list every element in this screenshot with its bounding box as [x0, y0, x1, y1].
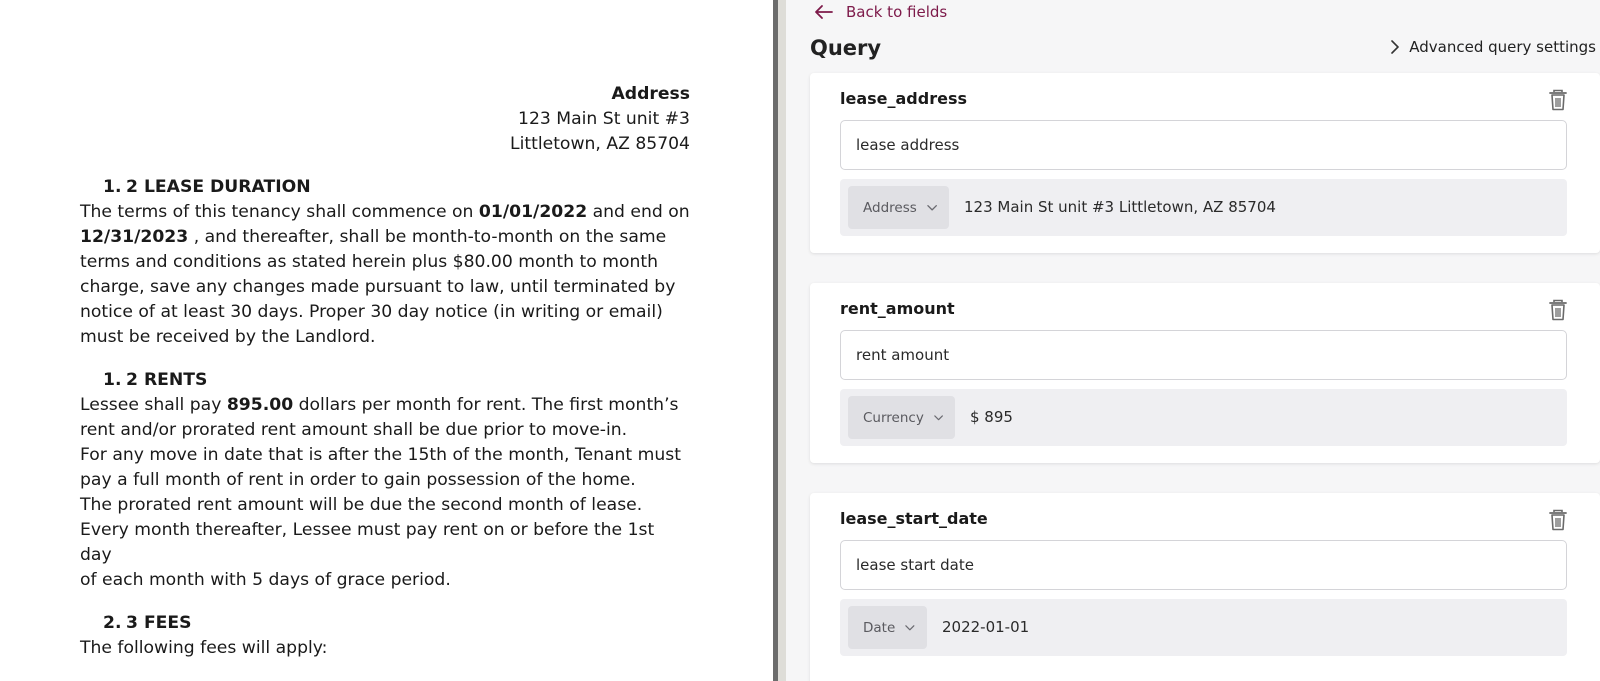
paragraph-line: 12/31/2023 , and thereafter, shall be mo…	[80, 225, 690, 250]
document-content: Address 123 Main St unit #3 Littletown, …	[80, 82, 690, 661]
address-line-1: 123 Main St unit #3	[518, 109, 690, 129]
emphasized-value: 12/31/2023	[80, 227, 189, 247]
paragraph-line: The terms of this tenancy shall commence…	[80, 200, 690, 225]
query-title: Query	[810, 36, 882, 60]
text-segment: Every month thereafter, Lessee must pay …	[80, 520, 655, 565]
back-to-fields-label: Back to fields	[846, 3, 948, 21]
paragraph-line: terms and conditions as stated herein pl…	[80, 250, 690, 275]
address-heading: Address	[611, 84, 690, 104]
paragraph-line: must be received by the Landlord.	[80, 325, 690, 350]
paragraph-line: rent and/or prorated rent amount shall b…	[80, 418, 690, 443]
advanced-query-settings-label: Advanced query settings	[1409, 38, 1596, 56]
field-name: lease_address	[840, 89, 967, 108]
type-select-value: Currency	[863, 409, 924, 426]
section-number: 1.	[103, 370, 122, 390]
section-title: 2 RENTS	[126, 370, 208, 390]
field-card-rent-amount: rent_amount rent amount Currency $ 895	[810, 283, 1600, 463]
section-number: 1.	[103, 177, 122, 197]
section-title: 3 FEES	[126, 613, 192, 633]
text-segment: rent and/or prorated rent amount shall b…	[80, 420, 628, 440]
paragraph-line: pay a full month of rent in order to gai…	[80, 468, 690, 493]
trash-icon[interactable]	[1548, 299, 1568, 321]
extracted-result: Address 123 Main St unit #3 Littletown, …	[840, 179, 1567, 236]
text-segment: notice of at least 30 days. Proper 30 da…	[80, 302, 663, 322]
field-name: lease_start_date	[840, 509, 988, 528]
section-title: 2 LEASE DURATION	[126, 177, 311, 197]
emphasized-value: 895.00	[226, 395, 294, 415]
paragraph-line: Lessee shall pay 895.00 dollars per mont…	[80, 393, 690, 418]
type-select-value: Date	[863, 619, 896, 636]
text-segment: Lessee shall pay	[80, 395, 227, 415]
text-segment: dollars per month for rent. The first mo…	[293, 395, 679, 415]
paragraph-line: charge, save any changes made pursuant t…	[80, 275, 690, 300]
chevron-right-icon	[1391, 40, 1400, 54]
section-paragraph: Lessee shall pay 895.00 dollars per mont…	[80, 393, 690, 593]
text-segment: For any move in date that is after the 1…	[80, 445, 681, 465]
type-select[interactable]: Currency	[848, 396, 955, 439]
section-paragraph: The following fees will apply:	[80, 636, 690, 661]
section-heading: 2. 3 FEES	[103, 611, 690, 636]
section-paragraph: The terms of this tenancy shall commence…	[80, 200, 690, 350]
extracted-value[interactable]: $ 895	[970, 389, 1013, 446]
extracted-result: Currency $ 895	[840, 389, 1567, 446]
text-segment: , and thereafter, shall be month-to-mont…	[188, 227, 667, 247]
paragraph-line: Every month thereafter, Lessee must pay …	[80, 518, 690, 568]
query-panel: Back to fields Query Advanced query sett…	[786, 0, 1600, 681]
text-segment: The prorated rent amount will be due the…	[80, 495, 643, 515]
extracted-value[interactable]: 2022-01-01	[942, 599, 1029, 656]
query-input[interactable]: lease start date	[840, 540, 1567, 590]
text-segment: terms and conditions as stated herein pl…	[80, 252, 658, 272]
text-segment: The terms of this tenancy shall commence…	[80, 202, 479, 222]
document-sections: 1. 2 LEASE DURATION The terms of this tena…	[80, 175, 690, 661]
chevron-down-icon	[905, 624, 915, 630]
address-block: Address 123 Main St unit #3 Littletown, …	[80, 82, 690, 157]
text-segment: of each month with 5 days of grace perio…	[80, 570, 451, 590]
chevron-down-icon	[927, 204, 937, 211]
text-segment: charge, save any changes made pursuant t…	[80, 277, 676, 297]
document-viewer: Address 123 Main St unit #3 Littletown, …	[0, 0, 773, 681]
text-segment: The following fees will apply:	[80, 638, 328, 658]
advanced-query-settings-toggle[interactable]: Advanced query settings	[1389, 38, 1596, 56]
query-input[interactable]: lease address	[840, 120, 1567, 170]
extracted-value[interactable]: 123 Main St unit #3 Littletown, AZ 85704	[964, 179, 1276, 236]
trash-icon[interactable]	[1548, 89, 1568, 111]
text-segment: and end on	[587, 202, 690, 222]
paragraph-line: The following fees will apply:	[80, 636, 690, 661]
paragraph-line: For any move in date that is after the 1…	[80, 443, 690, 468]
query-input[interactable]: rent amount	[840, 330, 1567, 380]
section-heading: 1. 2 LEASE DURATION	[103, 175, 690, 200]
paragraph-line: The prorated rent amount will be due the…	[80, 493, 690, 518]
arrow-left-icon	[815, 5, 833, 19]
field-card-lease-address: lease_address lease address Address 123 …	[810, 73, 1600, 253]
emphasized-value: 01/01/2022	[478, 202, 588, 222]
address-line-2: Littletown, AZ 85704	[510, 134, 690, 154]
type-select[interactable]: Date	[848, 606, 927, 649]
type-select[interactable]: Address	[848, 186, 949, 229]
section-number: 2.	[103, 613, 122, 633]
extracted-result: Date 2022-01-01	[840, 599, 1567, 656]
section-heading: 1. 2 RENTS	[103, 368, 690, 393]
type-select-value: Address	[863, 199, 917, 216]
back-to-fields-link[interactable]: Back to fields	[814, 2, 947, 22]
chevron-down-icon	[934, 414, 943, 420]
field-name: rent_amount	[840, 299, 955, 318]
text-segment: pay a full month of rent in order to gai…	[80, 470, 636, 490]
field-card-lease-start-date: lease_start_date lease start date Date 2…	[810, 493, 1600, 681]
trash-icon[interactable]	[1548, 509, 1568, 531]
paragraph-line: of each month with 5 days of grace perio…	[80, 568, 690, 593]
pane-splitter-handle[interactable]	[773, 0, 778, 681]
paragraph-line: notice of at least 30 days. Proper 30 da…	[80, 300, 690, 325]
text-segment: must be received by the Landlord.	[80, 327, 376, 347]
